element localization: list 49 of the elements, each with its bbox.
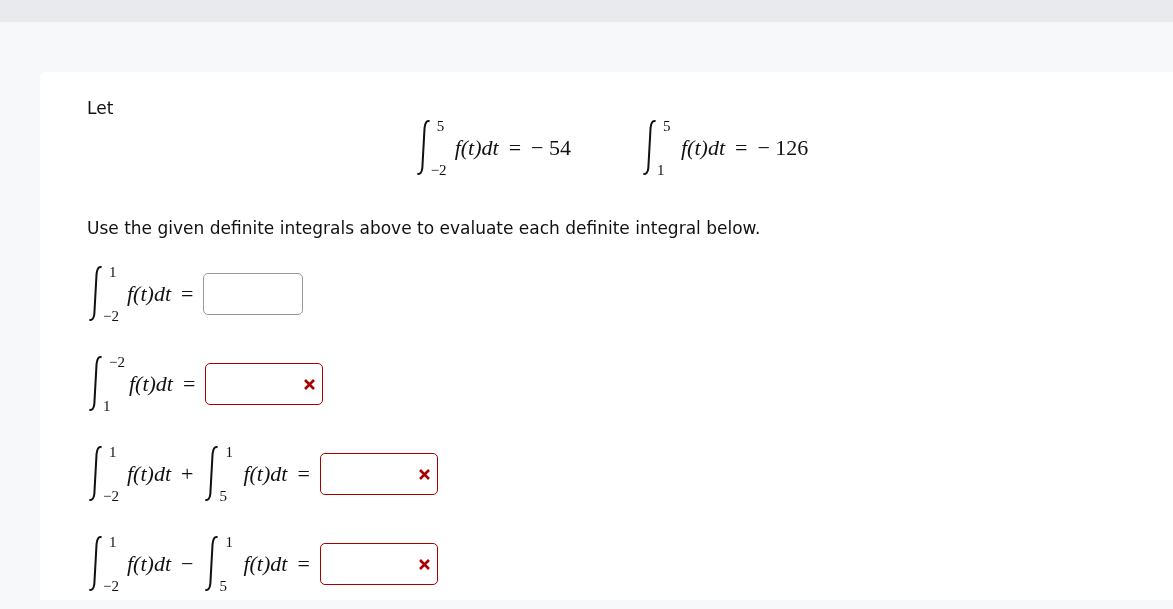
equals-sign: = bbox=[181, 281, 194, 307]
integral-sign-icon bbox=[87, 535, 105, 593]
equals-sign: = bbox=[297, 461, 310, 487]
integrand: f(t)dt bbox=[454, 135, 499, 161]
instruction-text: Use the given definite integrals above to evaluate each definite integral below. bbox=[87, 218, 762, 238]
operator-sign: + bbox=[181, 461, 194, 487]
equals-sign: = bbox=[508, 135, 522, 161]
upper-limit: 1 bbox=[109, 264, 117, 280]
operator-sign: − bbox=[181, 551, 194, 577]
lower-limit: −2 bbox=[430, 162, 447, 178]
lower-limit: 1 bbox=[103, 398, 111, 414]
upper-limit: 5 bbox=[436, 118, 445, 134]
lower-limit: −2 bbox=[103, 578, 119, 594]
intro-text: Let bbox=[87, 98, 115, 118]
integral-sign-icon bbox=[87, 445, 105, 503]
equals-sign: = bbox=[182, 371, 196, 397]
cross-icon bbox=[303, 377, 317, 391]
integrand: f(t)dt bbox=[127, 551, 171, 577]
cross-icon bbox=[417, 467, 431, 481]
lower-limit: 1 bbox=[657, 162, 665, 178]
answer-field[interactable] bbox=[203, 273, 304, 315]
integral-value: − 126 bbox=[757, 135, 809, 161]
integral-sign-icon bbox=[641, 119, 659, 177]
equals-sign: = bbox=[297, 551, 310, 577]
upper-limit: −2 bbox=[109, 354, 125, 370]
integral-sign-icon bbox=[87, 265, 105, 323]
lower-limit: −2 bbox=[103, 488, 119, 504]
answer-field[interactable] bbox=[319, 543, 438, 585]
integrand: f(t)dt bbox=[243, 551, 288, 577]
integral-sign-icon bbox=[414, 119, 433, 177]
integrand: f(t)dt bbox=[127, 281, 171, 307]
integrand: f(t)dt bbox=[128, 371, 173, 397]
cross-icon bbox=[417, 557, 431, 571]
integrand: f(t)dt bbox=[681, 135, 725, 161]
answer-field[interactable] bbox=[205, 363, 324, 405]
upper-limit: 1 bbox=[109, 444, 117, 460]
integral-value: − 54 bbox=[531, 135, 571, 161]
upper-limit: 5 bbox=[663, 118, 671, 134]
integrand: f(t)dt bbox=[243, 461, 288, 487]
lower-limit: 5 bbox=[219, 488, 227, 504]
upper-limit: 1 bbox=[225, 534, 233, 550]
answer-field[interactable] bbox=[319, 453, 438, 495]
equals-sign: = bbox=[735, 135, 748, 161]
integral-sign-icon bbox=[87, 355, 105, 413]
lower-limit: 5 bbox=[219, 578, 227, 594]
upper-limit: 1 bbox=[109, 534, 117, 550]
lower-limit: −2 bbox=[103, 308, 119, 324]
integrand: f(t)dt bbox=[127, 461, 171, 487]
upper-limit: 1 bbox=[225, 444, 233, 460]
